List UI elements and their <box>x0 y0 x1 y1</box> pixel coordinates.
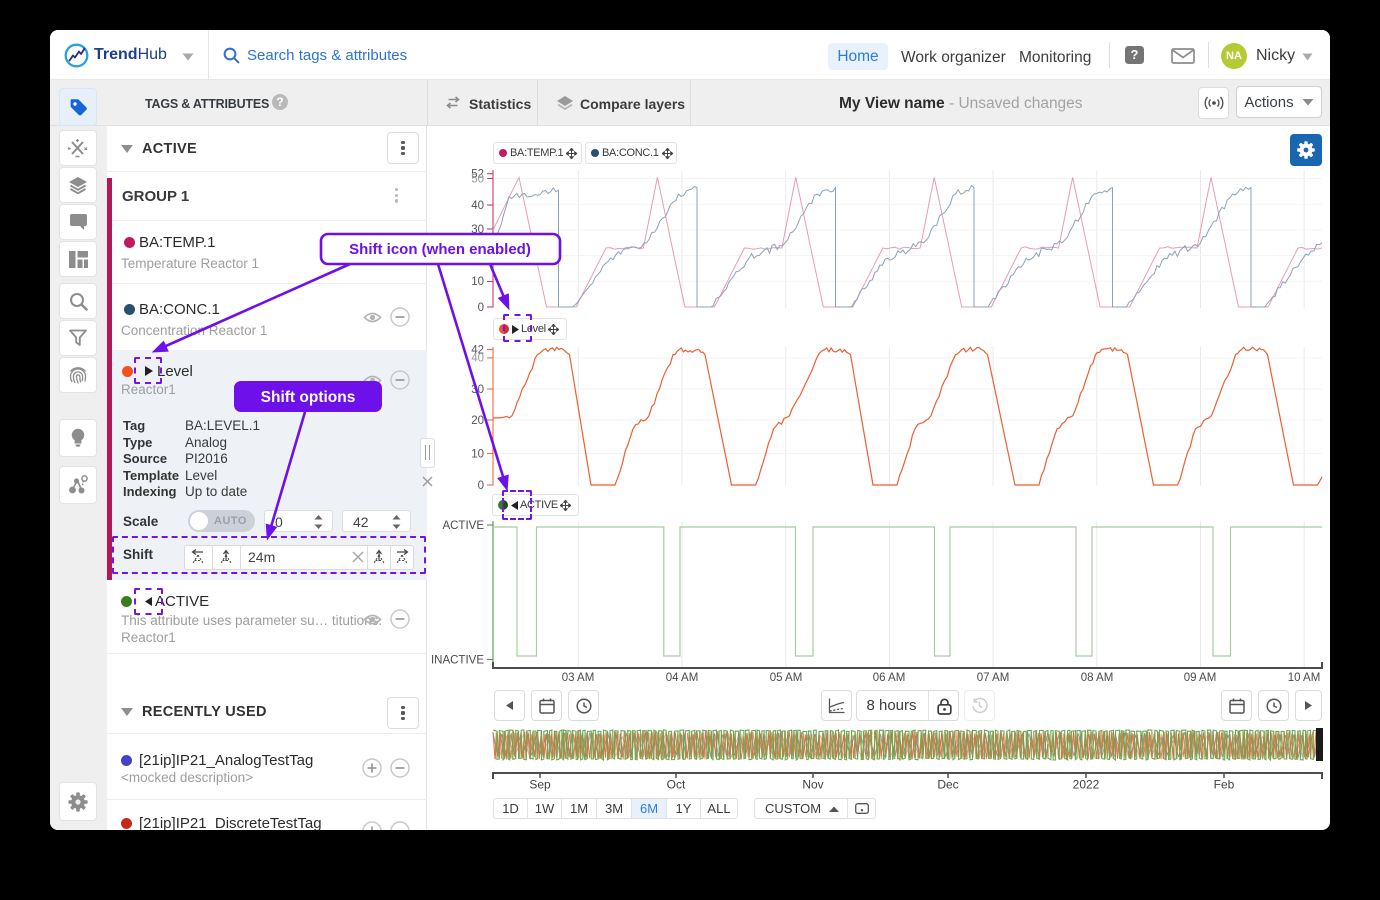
svg-text:Shift icon (when enabled): Shift icon (when enabled) <box>349 241 531 258</box>
svg-text:Shift options: Shift options <box>261 389 356 406</box>
